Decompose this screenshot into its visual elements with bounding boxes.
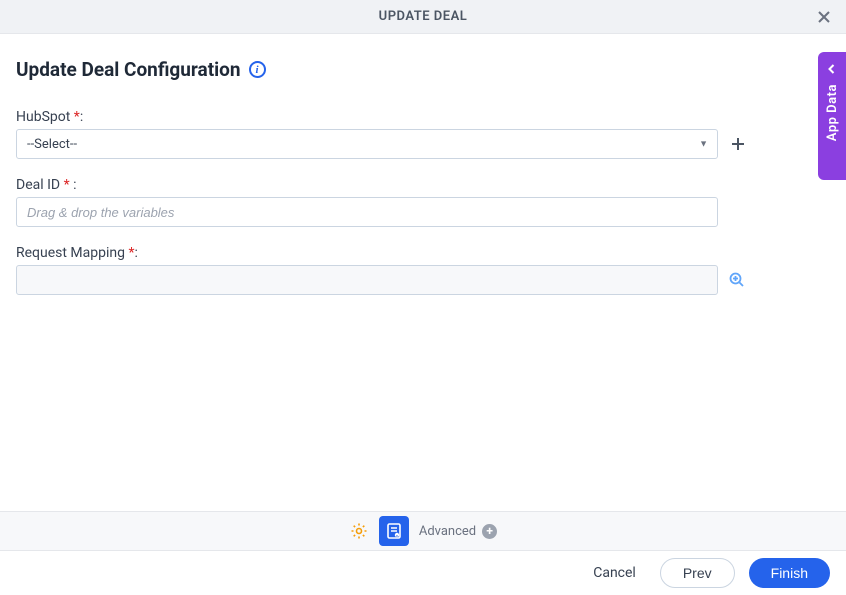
- advanced-label-text: Advanced: [419, 524, 476, 539]
- request-mapping-field-row: [16, 265, 830, 295]
- plus-circle-icon: +: [482, 524, 497, 539]
- dealid-label-text: Deal ID: [16, 177, 64, 193]
- magnify-icon: [728, 271, 746, 289]
- dialog-title: UPDATE DEAL: [379, 9, 468, 24]
- document-button[interactable]: c: [379, 516, 409, 546]
- hubspot-selected-value: --Select--: [27, 137, 77, 152]
- hubspot-field-group: HubSpot *: --Select--: [16, 109, 830, 159]
- label-colon: :: [135, 245, 138, 261]
- info-icon[interactable]: i: [249, 61, 266, 78]
- plus-icon: [730, 136, 746, 152]
- svg-text:c: c: [396, 534, 398, 538]
- add-hubspot-button[interactable]: [728, 134, 748, 154]
- dealid-input[interactable]: [16, 197, 718, 227]
- dealid-field-group: Deal ID * :: [16, 177, 830, 227]
- toolbar: c Advanced +: [0, 511, 846, 551]
- hubspot-select-wrapper: --Select--: [16, 129, 718, 159]
- page-title-row: Update Deal Configuration i: [16, 58, 830, 81]
- hubspot-field-row: --Select--: [16, 129, 830, 159]
- request-mapping-input[interactable]: [16, 265, 718, 295]
- settings-button[interactable]: [349, 521, 369, 541]
- label-colon: :: [80, 109, 83, 125]
- hubspot-label-text: HubSpot: [16, 109, 74, 125]
- dealid-label: Deal ID * :: [16, 177, 830, 193]
- side-tab-label: App Data: [825, 84, 840, 141]
- prev-button[interactable]: Prev: [660, 558, 735, 588]
- request-mapping-label-text: Request Mapping: [16, 245, 128, 261]
- dialog-footer: Cancel Prev Finish: [0, 551, 846, 595]
- app-data-side-tab[interactable]: App Data: [818, 52, 846, 180]
- gear-icon: [349, 521, 369, 541]
- cancel-button[interactable]: Cancel: [583, 559, 646, 587]
- hubspot-label: HubSpot *:: [16, 109, 830, 125]
- close-icon: [816, 9, 832, 25]
- request-mapping-field-group: Request Mapping *:: [16, 245, 830, 295]
- close-button[interactable]: [814, 7, 834, 27]
- chevron-left-icon: [827, 62, 837, 78]
- request-mapping-search-button[interactable]: [728, 271, 746, 289]
- dialog-content: Update Deal Configuration i HubSpot *: -…: [0, 34, 846, 329]
- hubspot-select[interactable]: --Select--: [16, 129, 718, 159]
- advanced-button[interactable]: Advanced +: [419, 524, 497, 539]
- request-mapping-label: Request Mapping *:: [16, 245, 830, 261]
- finish-button[interactable]: Finish: [749, 558, 830, 588]
- dialog-header: UPDATE DEAL: [0, 0, 846, 34]
- page-title: Update Deal Configuration: [16, 58, 241, 81]
- label-colon: :: [70, 177, 77, 193]
- document-icon: c: [385, 522, 403, 540]
